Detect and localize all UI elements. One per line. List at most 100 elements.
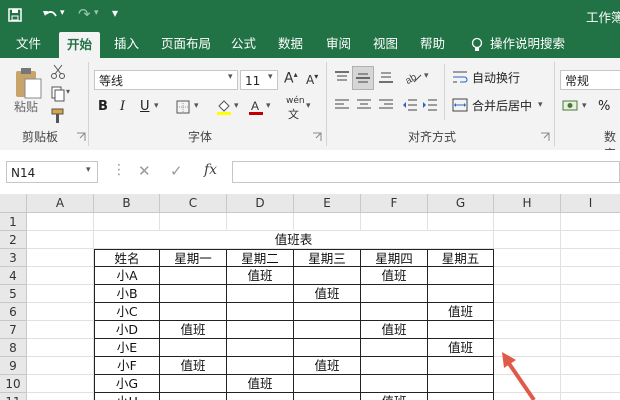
row-header-3[interactable]: 3 [0, 249, 27, 267]
row-header-10[interactable]: 10 [0, 375, 27, 393]
table-cell[interactable] [227, 303, 294, 321]
table-cell[interactable] [294, 339, 361, 357]
table-cell[interactable] [361, 375, 428, 393]
copy-dropdown-icon[interactable]: ▾ [66, 87, 70, 96]
middle-align-button[interactable] [352, 66, 374, 90]
column-header-f[interactable]: F [361, 194, 428, 213]
font-launcher-icon[interactable] [312, 132, 322, 142]
increase-indent-icon[interactable] [422, 98, 438, 112]
table-cell[interactable] [160, 393, 227, 400]
cell[interactable] [561, 213, 620, 231]
cell[interactable] [561, 375, 620, 393]
font-name-dropdown-icon[interactable]: ▾ [228, 72, 233, 82]
underline-button[interactable]: U [140, 96, 150, 118]
cell[interactable] [27, 267, 94, 285]
align-left-icon[interactable] [334, 98, 350, 112]
table-header-cell[interactable]: 星期三 [294, 249, 361, 267]
cell[interactable] [561, 285, 620, 303]
table-title[interactable]: 值班表 [94, 231, 494, 249]
copy-icon[interactable] [50, 86, 66, 102]
cell[interactable] [494, 267, 561, 285]
table-cell[interactable]: 小H [94, 393, 160, 400]
table-cell[interactable] [160, 339, 227, 357]
table-cell[interactable]: 值班 [428, 339, 494, 357]
select-all-corner[interactable] [0, 194, 27, 213]
table-cell[interactable] [294, 393, 361, 400]
align-right-icon[interactable] [378, 98, 394, 112]
wrap-text-button[interactable]: 自动换行 [472, 67, 520, 89]
cell[interactable] [494, 213, 561, 231]
column-header-a[interactable]: A [27, 194, 94, 213]
table-cell[interactable]: 值班 [160, 321, 227, 339]
column-header-b[interactable]: B [94, 194, 160, 213]
undo-dropdown-icon[interactable]: ▾ [60, 8, 65, 18]
borders-icon[interactable] [176, 100, 190, 114]
increase-font-icon[interactable]: A▴ [284, 70, 298, 87]
cell[interactable] [27, 285, 94, 303]
table-header-cell[interactable]: 星期五 [428, 249, 494, 267]
row-header-4[interactable]: 4 [0, 267, 27, 285]
underline-dropdown-icon[interactable]: ▾ [154, 101, 159, 111]
table-cell[interactable] [361, 339, 428, 357]
merge-center-icon[interactable] [452, 98, 468, 112]
italic-button[interactable]: I [120, 96, 125, 118]
redo-dropdown-icon[interactable]: ▾ [94, 8, 99, 18]
font-color-dropdown-icon[interactable]: ▾ [266, 101, 271, 111]
table-header-cell[interactable]: 星期二 [227, 249, 294, 267]
table-cell[interactable] [160, 267, 227, 285]
cell[interactable] [561, 339, 620, 357]
name-box-dropdown-icon[interactable]: ▾ [86, 165, 91, 175]
undo-icon[interactable] [42, 8, 58, 22]
cell[interactable] [494, 285, 561, 303]
cell[interactable] [294, 213, 361, 231]
font-color-icon[interactable]: A [248, 98, 264, 116]
decrease-font-icon[interactable]: A▾ [306, 72, 318, 87]
fill-color-dropdown-icon[interactable]: ▾ [234, 101, 239, 111]
cut-icon[interactable] [50, 64, 66, 80]
formula-input[interactable] [232, 161, 620, 183]
table-cell[interactable] [428, 375, 494, 393]
paste-label[interactable]: 粘贴 [14, 98, 38, 115]
percent-button[interactable]: % [598, 96, 610, 118]
cell[interactable] [561, 249, 620, 267]
tab-help[interactable]: 帮助 [420, 30, 445, 58]
table-cell[interactable]: 小A [94, 267, 160, 285]
cell[interactable] [227, 213, 294, 231]
redo-icon[interactable]: ↷ [78, 5, 91, 23]
insert-function-icon[interactable]: fx [204, 162, 217, 178]
table-header-cell[interactable]: 姓名 [94, 249, 160, 267]
row-header-8[interactable]: 8 [0, 339, 27, 357]
cell[interactable] [27, 357, 94, 375]
table-cell[interactable] [227, 393, 294, 400]
table-cell[interactable] [160, 303, 227, 321]
table-cell[interactable] [227, 285, 294, 303]
merge-center-button[interactable]: 合并后居中 [472, 95, 532, 117]
cell[interactable] [94, 213, 160, 231]
align-center-icon[interactable] [356, 98, 372, 112]
alignment-launcher-icon[interactable] [540, 132, 550, 142]
table-cell[interactable]: 小C [94, 303, 160, 321]
number-format-box[interactable]: 常规 [560, 70, 620, 90]
currency-icon[interactable] [562, 98, 580, 114]
tab-view[interactable]: 视图 [373, 30, 398, 58]
cell[interactable] [27, 375, 94, 393]
format-painter-icon[interactable] [50, 108, 66, 124]
cell[interactable] [27, 213, 94, 231]
column-header-g[interactable]: G [428, 194, 494, 213]
table-cell[interactable] [227, 321, 294, 339]
table-cell[interactable]: 值班 [361, 321, 428, 339]
cell[interactable] [27, 303, 94, 321]
bottom-align-icon[interactable] [378, 70, 394, 84]
cell[interactable] [561, 321, 620, 339]
table-cell[interactable] [160, 375, 227, 393]
table-cell[interactable] [294, 303, 361, 321]
row-header-7[interactable]: 7 [0, 321, 27, 339]
currency-dropdown-icon[interactable]: ▾ [582, 101, 587, 111]
enter-icon[interactable]: ✓ [170, 162, 183, 180]
cell[interactable] [561, 267, 620, 285]
orientation-dropdown-icon[interactable]: ▾ [424, 71, 429, 81]
tab-formulas[interactable]: 公式 [231, 30, 256, 58]
decrease-indent-icon[interactable] [402, 98, 418, 112]
column-header-h[interactable]: H [494, 194, 561, 213]
table-header-cell[interactable]: 星期一 [160, 249, 227, 267]
